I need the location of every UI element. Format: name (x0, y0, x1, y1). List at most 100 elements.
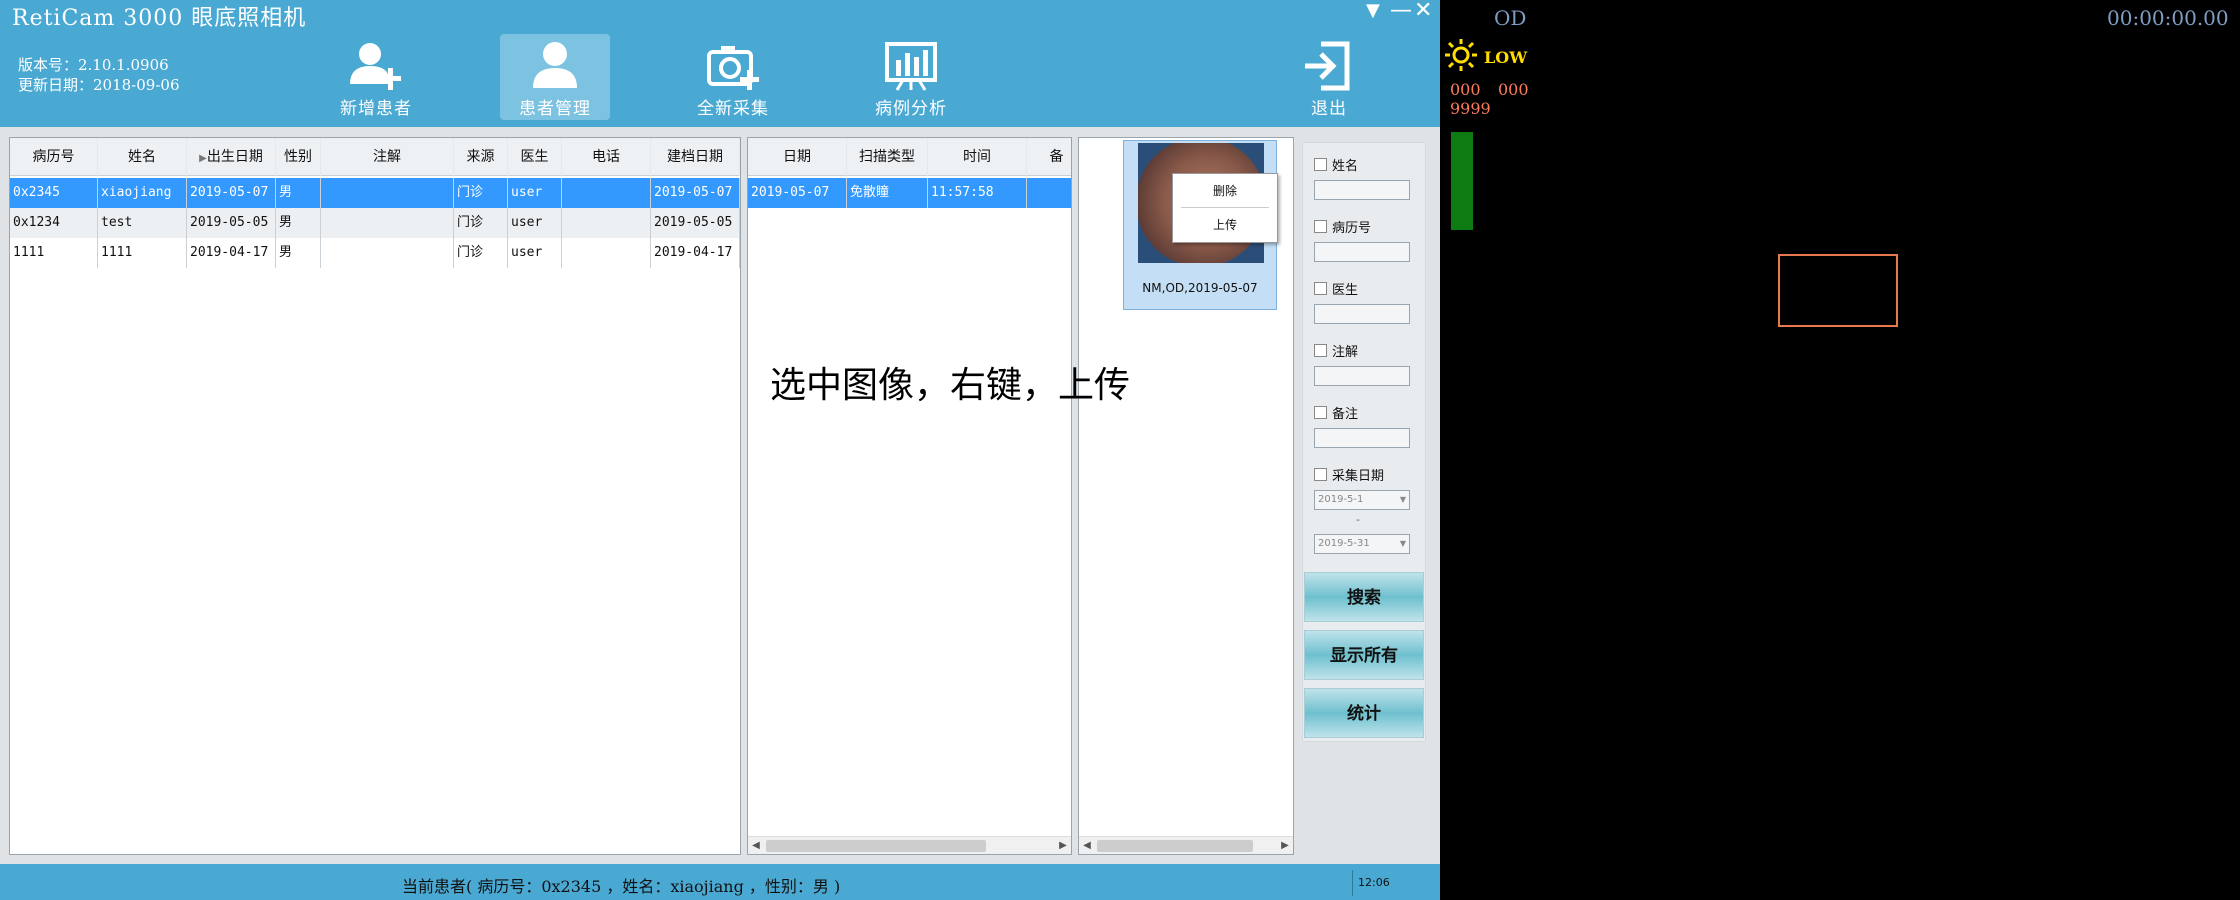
record-input[interactable] (1314, 242, 1410, 262)
nav-patient-management-button[interactable]: 患者管理 (500, 34, 610, 120)
table-cell (321, 238, 454, 268)
camera-add-icon (707, 46, 759, 90)
search-button[interactable]: 搜索 (1304, 572, 1424, 622)
column-header[interactable]: 电话 (562, 138, 651, 176)
column-header[interactable]: 注解 (321, 138, 454, 176)
column-header[interactable]: ▶出生日期 (187, 138, 276, 176)
thumbnail-caption: NM,OD,2019-05-07 (1142, 281, 1258, 295)
table-cell: 门诊 (454, 178, 508, 208)
menu-divider (1181, 207, 1269, 208)
field-label: 注解 (1332, 345, 1359, 360)
scroll-right-icon[interactable]: ▶ (1055, 837, 1071, 854)
doctor-input[interactable] (1314, 304, 1410, 324)
table-cell: 2019-04-17 (651, 238, 740, 268)
nav-case-analysis-button[interactable]: 病例分析 (856, 34, 966, 120)
table-cell (321, 178, 454, 208)
annotation-checkbox[interactable] (1314, 344, 1327, 357)
scroll-left-icon[interactable]: ◀ (748, 837, 764, 854)
record-checkbox[interactable] (1314, 220, 1327, 233)
column-header[interactable]: 备 (1027, 138, 1071, 176)
search-field-annotation: 注解 (1314, 340, 1424, 386)
exam-table-row[interactable]: 2019-05-07 免散瞳 11:57:58 (748, 178, 1071, 208)
search-field-label-row: 备注 (1314, 402, 1424, 422)
level-bar-fill (1451, 132, 1473, 230)
statistics-button[interactable]: 统计 (1304, 688, 1424, 738)
table-cell: 门诊 (454, 238, 508, 268)
nav-label: 患者管理 (519, 99, 591, 119)
search-field-name: 姓名 (1314, 154, 1424, 200)
patient-table-row[interactable]: 0x2345 xiaojiang 2019-05-07 男 门诊 user 20… (10, 178, 740, 208)
remark-checkbox[interactable] (1314, 406, 1327, 419)
status-divider (1352, 870, 1353, 896)
date-checkbox[interactable] (1314, 468, 1327, 481)
field-label: 备注 (1332, 407, 1359, 422)
date-from-value: 2019-5-1 (1318, 494, 1364, 505)
table-cell: 2019-05-05 (187, 208, 276, 238)
minimize-icon[interactable]: — (1390, 0, 1412, 22)
show-all-button[interactable]: 显示所有 (1304, 630, 1424, 680)
search-field-label-row: 采集日期 (1314, 464, 1424, 484)
column-header[interactable]: 医生 (508, 138, 562, 176)
scrollbar-thumb[interactable] (1097, 840, 1253, 852)
thumbnail-scrollbar[interactable]: ◀ ▶ (1079, 836, 1293, 854)
readout-3: 9999 (1450, 99, 1491, 118)
name-input[interactable] (1314, 180, 1410, 200)
image-thumbnail-panel: NM,OD,2019-05-07 删除 上传 ◀ ▶ (1078, 137, 1294, 855)
table-cell: 男 (276, 208, 321, 238)
eye-indicator: OD (1494, 6, 1527, 30)
nav-new-capture-button[interactable]: 全新采集 (678, 34, 788, 120)
context-menu-delete[interactable]: 删除 (1173, 178, 1277, 204)
window-dropdown-icon[interactable]: ▼ (1366, 0, 1380, 22)
search-field-record: 病历号 (1314, 216, 1424, 262)
chevron-down-icon: ▼ (1399, 495, 1406, 504)
exam-table-header: 日期 扫描类型 时间 备 (748, 138, 1071, 176)
scroll-right-icon[interactable]: ▶ (1277, 837, 1293, 855)
date-to-picker[interactable]: 2019-5-31 ▼ (1314, 534, 1410, 554)
scroll-left-icon[interactable]: ◀ (1079, 837, 1095, 855)
table-cell: user (508, 238, 562, 268)
status-time: 12:06 (1358, 876, 1390, 889)
version-label: 版本号：2.10.1.0906 (18, 56, 169, 74)
column-header[interactable]: 来源 (454, 138, 508, 176)
field-label: 姓名 (1332, 159, 1359, 174)
patient-table-row[interactable]: 1111 1111 2019-04-17 男 门诊 user 2019-04-1… (10, 238, 740, 268)
table-cell: user (508, 178, 562, 208)
table-cell: 2019-05-05 (651, 208, 740, 238)
search-field-doctor: 医生 (1314, 278, 1424, 324)
context-menu-upload[interactable]: 上传 (1173, 212, 1277, 238)
add-user-icon (350, 43, 401, 90)
doctor-checkbox[interactable] (1314, 282, 1327, 295)
exit-icon (1305, 41, 1350, 91)
date-from-picker[interactable]: 2019-5-1 ▼ (1314, 490, 1410, 510)
date-range-separator: - (1356, 513, 1360, 526)
nav-exit-button[interactable]: 退出 (1274, 34, 1384, 120)
nav-add-patient-button[interactable]: 新增患者 (321, 34, 431, 120)
column-header[interactable]: 性别 (276, 138, 321, 176)
column-header[interactable]: 建档日期 (651, 138, 740, 176)
column-header[interactable]: 扫描类型 (847, 138, 928, 176)
field-label: 采集日期 (1332, 469, 1385, 484)
readout-1: 000 (1450, 80, 1481, 99)
column-header[interactable]: 日期 (748, 138, 847, 176)
annotation-input[interactable] (1314, 366, 1410, 386)
scrollbar-thumb[interactable] (766, 840, 986, 852)
table-cell: xiaojiang (98, 178, 187, 208)
column-header-label: 出生日期 (206, 149, 263, 165)
level-bar (1451, 130, 1473, 230)
name-checkbox[interactable] (1314, 158, 1327, 171)
sun-icon (1445, 39, 1477, 71)
table-cell: 2019-05-07 (748, 178, 847, 208)
focus-roi-box[interactable] (1778, 254, 1898, 327)
exam-table-scrollbar[interactable]: ◀ ▶ (748, 836, 1071, 854)
patient-table-row[interactable]: 0x1234 test 2019-05-05 男 门诊 user 2019-05… (10, 208, 740, 238)
table-cell: 0x2345 (10, 178, 98, 208)
remark-input[interactable] (1314, 428, 1410, 448)
user-icon (533, 42, 577, 88)
close-icon[interactable]: ✕ (1414, 0, 1432, 22)
column-header[interactable]: 姓名 (98, 138, 187, 176)
column-header[interactable]: 病历号 (10, 138, 98, 176)
column-header[interactable]: 时间 (928, 138, 1027, 176)
table-cell: 1111 (98, 238, 187, 268)
sort-indicator-icon: ▶ (199, 153, 207, 164)
chart-board-icon (885, 42, 937, 91)
